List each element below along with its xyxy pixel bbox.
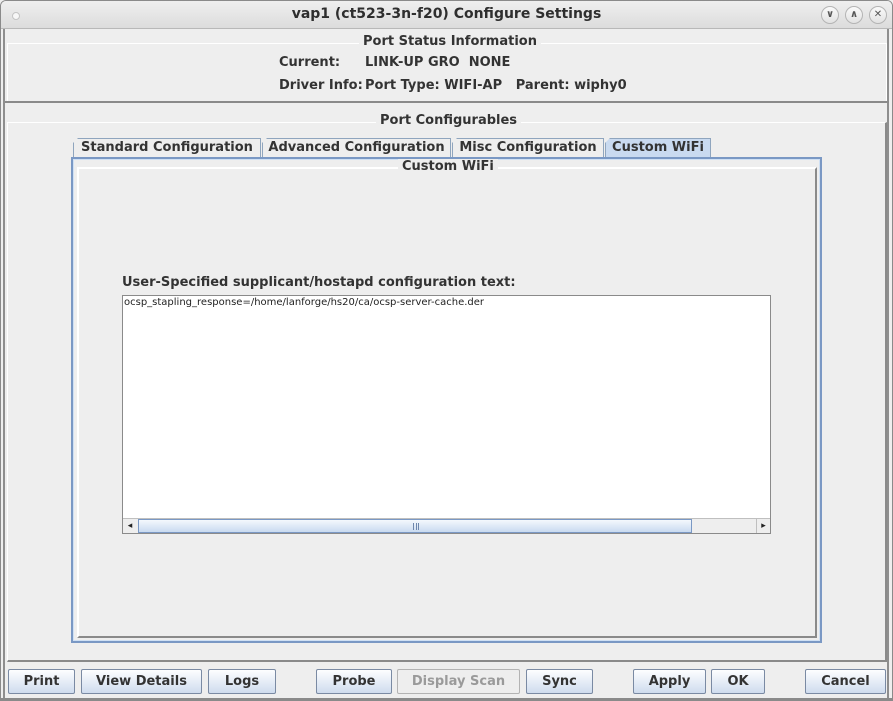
apply-button[interactable]: Apply [633, 669, 706, 694]
tab-standard-configuration[interactable]: Standard Configuration [73, 138, 261, 158]
close-icon[interactable]: ✕ [869, 6, 887, 24]
print-button[interactable]: Print [8, 669, 75, 694]
display-scan-button[interactable]: Display Scan [397, 669, 520, 694]
current-value: LINK-UP GRO NONE [365, 55, 511, 70]
port-configurables-title: Port Configurables [376, 113, 522, 128]
window-frame-left [3, 29, 5, 700]
window-frame-bottom [1, 698, 892, 700]
ok-button[interactable]: OK [711, 669, 765, 694]
current-label: Current: [279, 55, 341, 70]
config-text-value[interactable]: ocsp_stapling_response=/home/lanforge/hs… [124, 297, 484, 308]
window-title: vap1 (ct523-3n-f20) Configure Settings [291, 6, 602, 22]
custom-wifi-panel-title: Custom WiFi [398, 159, 498, 174]
config-text-label: User-Specified supplicant/hostapd config… [122, 275, 516, 290]
scroll-right-icon[interactable]: ▸ [756, 519, 770, 533]
config-text-area[interactable]: ocsp_stapling_response=/home/lanforge/hs… [122, 295, 771, 534]
horizontal-scrollbar[interactable]: ◂ ▸ [123, 518, 770, 533]
port-status-title: Port Status Information [359, 34, 541, 49]
scroll-left-icon[interactable]: ◂ [123, 519, 137, 533]
maximize-icon[interactable]: ∧ [845, 6, 863, 24]
tab-custom-wifi[interactable]: Custom WiFi [605, 138, 711, 159]
window-frame-right [887, 29, 889, 700]
minimize-icon[interactable]: ∨ [821, 6, 839, 24]
logs-button[interactable]: Logs [208, 669, 276, 694]
scrollbar-thumb[interactable] [138, 519, 692, 533]
view-details-button[interactable]: View Details [81, 669, 202, 694]
tab-advanced-configuration[interactable]: Advanced Configuration [262, 138, 451, 158]
driver-info-label: Driver Info: [279, 78, 363, 93]
cancel-button[interactable]: Cancel [805, 669, 886, 694]
probe-button[interactable]: Probe [316, 669, 392, 694]
driver-info-value: Port Type: WIFI-AP Parent: wiphy0 [365, 78, 627, 93]
configure-settings-window: vap1 (ct523-3n-f20) Configure Settings ∨… [0, 0, 893, 701]
title-bar: vap1 (ct523-3n-f20) Configure Settings ∨… [1, 1, 892, 29]
grip-icon [413, 523, 419, 530]
status-separator [5, 101, 889, 103]
tab-misc-configuration[interactable]: Misc Configuration [452, 138, 604, 158]
sync-button[interactable]: Sync [526, 669, 593, 694]
